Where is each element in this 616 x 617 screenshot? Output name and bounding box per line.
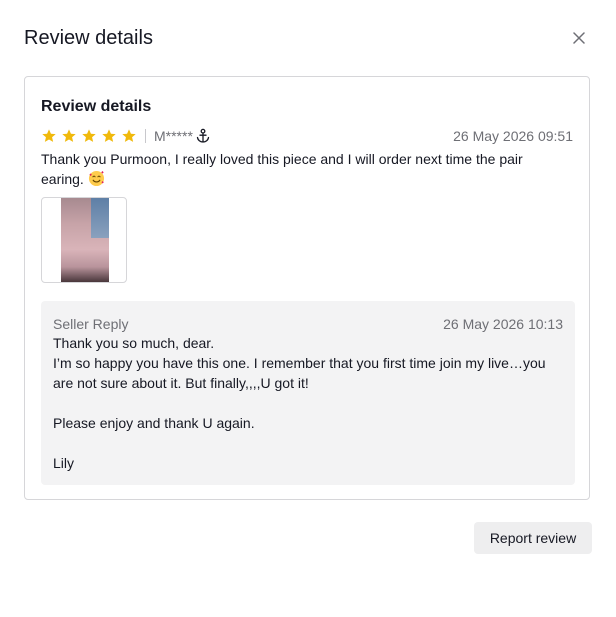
review-heading: Review details [41, 98, 152, 115]
star-icon [101, 128, 117, 144]
review-date: 26 May 2026 09:51 [453, 128, 573, 144]
seller-reply: Seller Reply 26 May 2026 10:13 Thank you… [41, 301, 575, 485]
close-icon [573, 32, 585, 44]
rating-divider [145, 129, 146, 143]
star-icon [61, 128, 77, 144]
star-rating [41, 128, 137, 144]
report-review-button[interactable]: Report review [474, 522, 592, 554]
seller-reply-label: Seller Reply [53, 316, 129, 332]
review-photo [61, 198, 109, 282]
seller-reply-date: 26 May 2026 10:13 [443, 316, 563, 332]
rating-row: M***** [41, 127, 211, 145]
review-card: Review details M***** 26 May 2026 09:51 … [24, 76, 590, 500]
review-text-content: Thank you Purmoon, I really loved this p… [41, 151, 523, 187]
review-text: Thank you Purmoon, I really loved this p… [41, 149, 561, 192]
reviewer-name: M***** [154, 128, 193, 144]
review-photo-thumbnail[interactable] [41, 197, 127, 283]
star-icon [121, 128, 137, 144]
reviewer: M***** [154, 128, 211, 144]
dialog-title: Review details [24, 27, 153, 49]
close-button[interactable] [568, 27, 590, 49]
seller-reply-text: Thank you so much, dear. I’m so happy yo… [53, 335, 546, 471]
smiling-face-with-hearts-emoji-icon [88, 170, 105, 192]
anchor-icon [195, 128, 211, 144]
star-icon [41, 128, 57, 144]
star-icon [81, 128, 97, 144]
